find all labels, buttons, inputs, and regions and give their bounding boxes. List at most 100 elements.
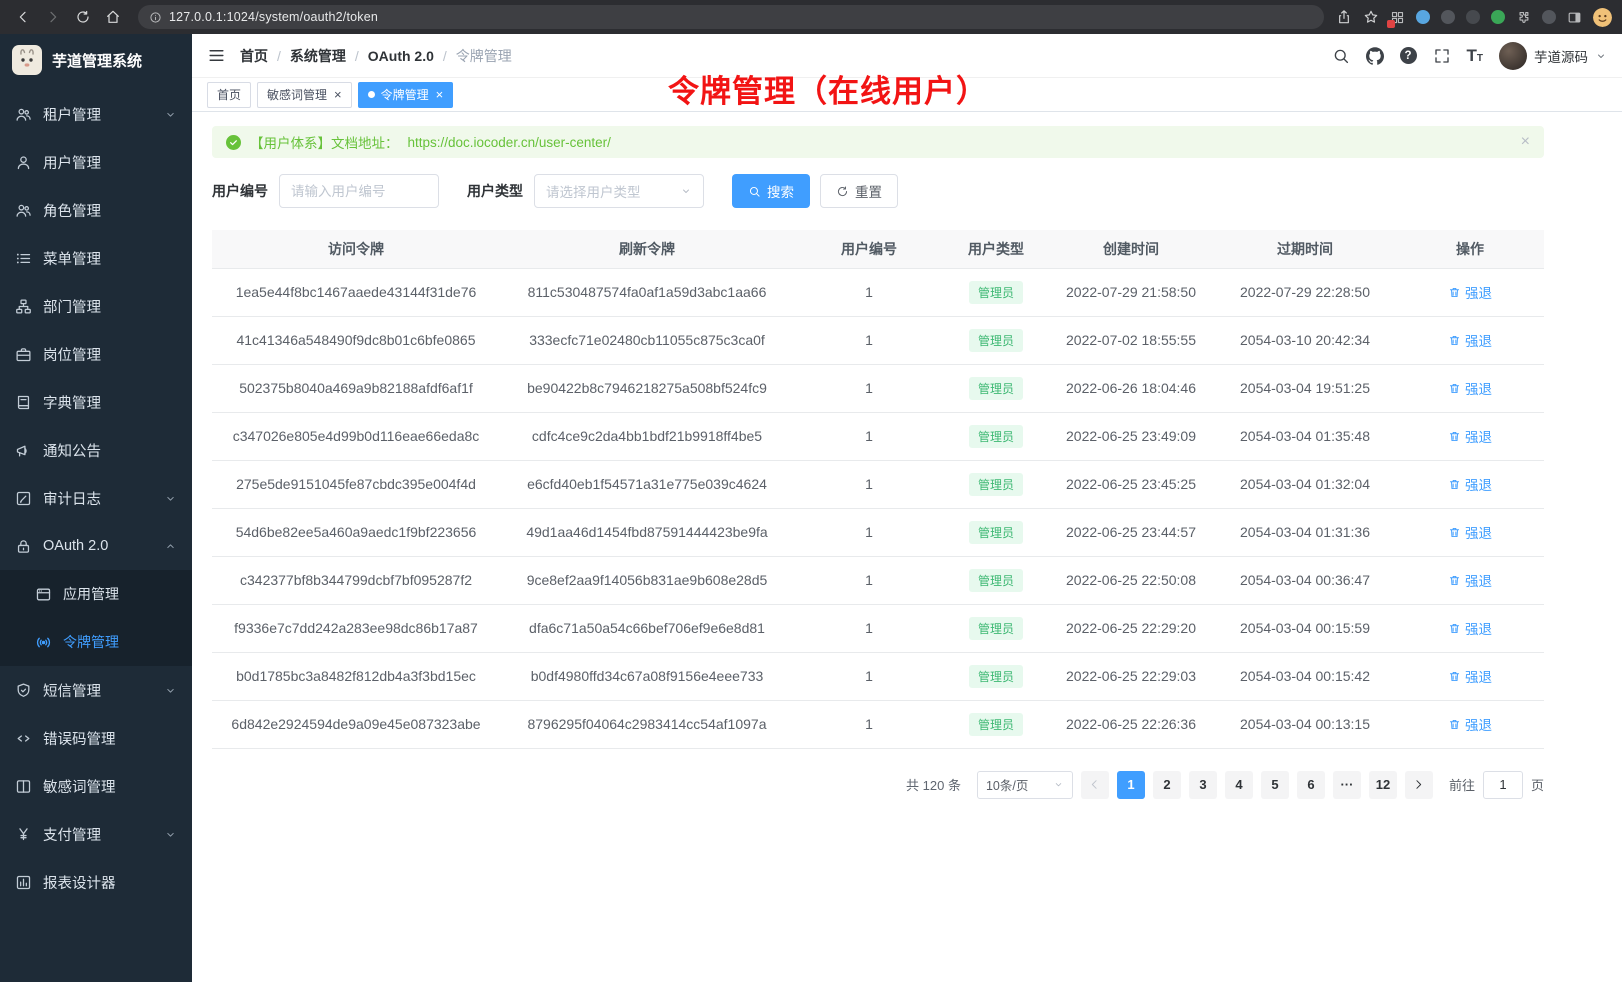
bookmark-star-icon[interactable] [1363,9,1379,25]
app-logo[interactable]: 芋道管理系统 [0,34,192,86]
goto-page-input[interactable] [1483,771,1523,799]
cell-access-token: 502375b8040a469a9b82188afdf6af1f [212,364,500,412]
sidebar-subitem[interactable]: 令牌管理 [0,618,192,666]
pagination-page-button[interactable]: 6 [1297,771,1325,799]
sidebar-item[interactable]: 岗位管理 [0,330,192,378]
sidebar-item[interactable]: 菜单管理 [0,234,192,282]
cell-created-time: 2022-06-25 22:50:08 [1048,556,1214,604]
pagination-more-button[interactable]: ··· [1333,771,1361,799]
browser-home-button[interactable] [100,4,126,30]
user-menu[interactable]: 芋道源码 [1499,42,1607,70]
sidebar-item-label: 用户管理 [43,152,101,173]
fullscreen-button[interactable] [1433,47,1451,65]
user-id-input[interactable] [279,174,439,208]
breadcrumb-item[interactable]: 首页 [240,46,268,66]
breadcrumb-item[interactable]: OAuth 2.0 [368,48,434,64]
trash-icon [1448,670,1461,683]
font-size-button[interactable]: TT [1467,47,1484,64]
extension-grid-button[interactable] [1390,10,1405,25]
sidebar-item[interactable]: 角色管理 [0,186,192,234]
extension-dark2-icon[interactable] [1466,10,1480,24]
force-logout-button[interactable]: 强退 [1448,570,1492,590]
sidebar-item[interactable]: 审计日志 [0,474,192,522]
url-bar[interactable]: 127.0.0.1:1024/system/oauth2/token [138,5,1324,29]
github-button[interactable] [1366,47,1384,65]
extensions-puzzle-button[interactable] [1516,10,1531,25]
force-logout-button[interactable]: 强退 [1448,618,1492,638]
browser-back-button[interactable] [10,4,36,30]
close-icon[interactable]: × [334,88,342,101]
force-logout-button[interactable]: 强退 [1448,282,1492,302]
pagination-page-button[interactable]: 4 [1225,771,1253,799]
search-button[interactable] [1332,47,1350,65]
force-logout-button[interactable]: 强退 [1448,666,1492,686]
page-tab[interactable]: 首页 [207,82,251,108]
user-type-label: 用户类型 [467,181,523,201]
browser-toolbar-right [1336,8,1612,27]
force-logout-button[interactable]: 强退 [1448,714,1492,734]
user-name: 芋道源码 [1534,46,1588,66]
app-title: 芋道管理系统 [52,50,142,71]
force-logout-button[interactable]: 强退 [1448,474,1492,494]
sidebar-item-label: 角色管理 [43,200,101,221]
force-logout-button[interactable]: 强退 [1448,426,1492,446]
close-icon[interactable]: × [1521,134,1530,150]
edit-icon [15,490,32,507]
breadcrumb-item[interactable]: 系统管理 [290,46,346,66]
user-type-badge: 管理员 [969,281,1023,304]
sidebar-item[interactable]: 错误码管理 [0,714,192,762]
sidebar-item-label: 短信管理 [43,680,101,701]
browser-refresh-button[interactable] [70,4,96,30]
tab-label: 首页 [217,86,241,103]
close-icon[interactable]: × [436,88,444,101]
pagination-page-button[interactable]: 2 [1153,771,1181,799]
page-tab[interactable]: 敏感词管理× [257,82,352,108]
page-tab[interactable]: 令牌管理× [358,82,454,108]
force-logout-button[interactable]: 强退 [1448,330,1492,350]
page-size-select[interactable]: 10条/页 [977,771,1073,799]
sidebar-item[interactable]: 用户管理 [0,138,192,186]
sidebar-item[interactable]: 字典管理 [0,378,192,426]
force-logout-button[interactable]: 强退 [1448,522,1492,542]
pagination-page-button[interactable]: 5 [1261,771,1289,799]
sidebar-item[interactable]: 通知公告 [0,426,192,474]
extension-blue-icon[interactable] [1416,10,1430,24]
trash-icon [1448,718,1461,731]
sidebar-item[interactable]: 报表设计器 [0,858,192,906]
sidebar-subitem[interactable]: 应用管理 [0,570,192,618]
help-button[interactable]: ? [1400,47,1417,64]
next-page-button[interactable] [1405,771,1433,799]
megaphone-icon [15,442,32,459]
extension-dark-icon[interactable] [1441,10,1455,24]
sidebar-item[interactable]: 短信管理 [0,666,192,714]
collapse-sidebar-icon[interactable] [207,46,226,65]
reset-button[interactable]: 重置 [820,174,898,208]
search-submit-button[interactable]: 搜索 [732,174,810,208]
site-info-icon[interactable] [149,11,162,24]
browser-profile-avatar[interactable] [1593,8,1612,27]
chevron-right-icon [1412,778,1425,791]
force-logout-button[interactable]: 强退 [1448,378,1492,398]
sidebar-item[interactable]: 敏感词管理 [0,762,192,810]
chart-icon [15,874,32,891]
search-icon [748,185,761,198]
sidebar-item[interactable]: 支付管理 [0,810,192,858]
prev-page-button[interactable] [1081,771,1109,799]
pagination-page-button[interactable]: 1 [1117,771,1145,799]
split-view-button[interactable] [1567,10,1582,25]
user-type-select[interactable]: 请选择用户类型 [534,174,704,208]
sidebar-item[interactable]: 部门管理 [0,282,192,330]
extension-paw-icon[interactable] [1542,10,1556,24]
forward-arrow-icon [45,9,61,25]
search-icon [1332,47,1350,65]
alert-doc-link[interactable]: https://doc.iocoder.cn/user-center/ [408,135,611,150]
browser-forward-button[interactable] [40,4,66,30]
pagination-page-button[interactable]: 12 [1369,771,1397,799]
sidebar-item[interactable]: OAuth 2.0 [0,522,192,570]
pagination-page-button[interactable]: 3 [1189,771,1217,799]
chevron-down-icon [164,108,177,121]
extension-green-icon[interactable] [1491,10,1505,24]
sidebar-item[interactable]: 租户管理 [0,90,192,138]
share-icon[interactable] [1336,9,1352,25]
breadcrumb-separator: / [277,48,281,64]
